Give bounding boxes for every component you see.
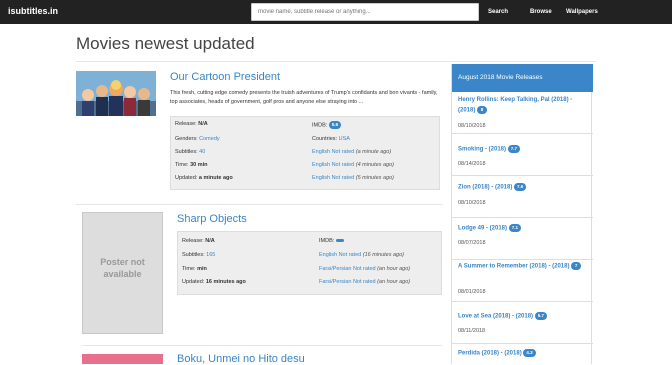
updated-row: Updated: 16 minutes ago bbox=[182, 279, 246, 285]
country-link[interactable]: USA bbox=[339, 136, 350, 142]
movie-info-box: Release: N/A IMDB: 5.6 Genders: Comedy C… bbox=[170, 116, 440, 190]
search-input[interactable] bbox=[251, 3, 479, 21]
release-title-link[interactable]: Lodge 49 - (2018) 7.1 bbox=[458, 224, 588, 234]
divider bbox=[82, 345, 442, 346]
release-date: 08/07/2018 bbox=[458, 240, 486, 246]
movie-poster-image[interactable] bbox=[76, 71, 156, 116]
search-button[interactable]: Search bbox=[488, 9, 508, 15]
imdb-row: IMDB: 5.6 bbox=[312, 121, 342, 129]
site-logo-link[interactable]: isubtitles.in bbox=[8, 6, 58, 16]
movie-description: This fresh, cutting edge comedy presents… bbox=[170, 90, 438, 106]
release-title-link[interactable]: Perdida (2018) - (2018) 4.3 bbox=[458, 349, 588, 359]
sidebar-release-item[interactable]: Smoking - (2018) 7.7 08/14/2018 bbox=[452, 134, 593, 176]
updated-row: Updated: a minute ago bbox=[175, 175, 233, 181]
subtitle-entry[interactable]: English Not rated (5 minutes ago) bbox=[312, 175, 394, 181]
rating-badge: 7.7 bbox=[507, 145, 520, 153]
release-date: 08/14/2018 bbox=[458, 161, 486, 167]
release-row: Release: N/A bbox=[175, 121, 208, 127]
sidebar-releases: August 2018 Movie Releases Henry Rollins… bbox=[451, 64, 593, 364]
release-date: 08/01/2018 bbox=[458, 289, 486, 295]
subtitle-entry[interactable]: English Not rated (4 minutes ago) bbox=[312, 162, 394, 168]
sidebar-release-item[interactable]: Lodge 49 - (2018) 7.1 08/07/2018 bbox=[452, 218, 593, 260]
release-title-link[interactable]: Love at Sea (2018) - (2018) 5.7 bbox=[458, 312, 588, 322]
release-title-link[interactable]: Smoking - (2018) 7.7 bbox=[458, 145, 588, 155]
movie-title-link[interactable]: Sharp Objects bbox=[177, 213, 247, 225]
subtitle-entry[interactable]: English Not rated (a minute ago) bbox=[312, 149, 391, 155]
sidebar-release-item[interactable]: Perdida (2018) - (2018) 4.3 bbox=[452, 344, 593, 364]
sidebar-release-item[interactable]: Love at Sea (2018) - (2018) 5.7 08/11/20… bbox=[452, 302, 593, 344]
release-row: Release: N/A bbox=[182, 238, 215, 244]
sidebar-release-item[interactable]: Zion (2018) - (2018) 7.6 08/10/2018 bbox=[452, 176, 593, 218]
rating-badge: 7.1 bbox=[508, 224, 521, 232]
release-date: 08/10/2018 bbox=[458, 123, 486, 129]
imdb-row: IMDB: bbox=[319, 238, 344, 244]
page-title: Movies newest updated bbox=[76, 34, 255, 53]
movie-info-box: Release: N/A IMDB: Subtitles: 165 Englis… bbox=[177, 231, 442, 295]
subtitles-row: Subtitles: 165 bbox=[182, 252, 216, 258]
imdb-rating-badge: 5.6 bbox=[328, 121, 342, 129]
time-row: Time: 30 min bbox=[175, 162, 208, 168]
release-title-link[interactable]: A Summer to Remember (2018) - (2018) 7 bbox=[458, 262, 588, 272]
movie-title-link[interactable]: Boku, Unmei no Hito desu bbox=[177, 353, 305, 365]
genre-link[interactable]: Comedy bbox=[199, 136, 219, 142]
rating-badge: 8 bbox=[477, 105, 488, 114]
sidebar-release-item[interactable]: Henry Rollins: Keep Talking, Pal (2018) … bbox=[452, 92, 593, 134]
browse-link[interactable]: Browse bbox=[530, 9, 552, 15]
sidebar-heading: August 2018 Movie Releases bbox=[452, 64, 593, 92]
subtitle-entry[interactable]: Farsi/Persian Not rated (an hour ago) bbox=[319, 279, 410, 285]
poster-placeholder[interactable]: Poster not available bbox=[82, 212, 163, 334]
release-title-link[interactable]: Zion (2018) - (2018) 7.6 bbox=[458, 183, 588, 193]
wallpapers-link[interactable]: Wallpapers bbox=[566, 9, 598, 15]
subtitle-entry[interactable]: Farsi/Persian Not rated (an hour ago) bbox=[319, 266, 410, 272]
release-date: 08/11/2018 bbox=[458, 328, 486, 334]
divider bbox=[76, 204, 443, 205]
subtitles-row: Subtitles: 40 bbox=[175, 149, 206, 155]
release-title-link[interactable]: Henry Rollins: Keep Talking, Pal (2018) … bbox=[458, 96, 588, 116]
time-row: Time: min bbox=[182, 266, 207, 272]
rating-badge: 7.6 bbox=[514, 183, 527, 191]
divider bbox=[76, 61, 596, 62]
movie-title-link[interactable]: Our Cartoon President bbox=[170, 71, 280, 83]
rating-badge: 7 bbox=[571, 262, 582, 270]
imdb-rating-badge bbox=[335, 239, 344, 243]
release-date: 08/10/2018 bbox=[458, 200, 486, 206]
rating-badge: 5.7 bbox=[534, 312, 547, 320]
subtitle-entry[interactable]: English Not rated (16 minutes ago) bbox=[319, 252, 404, 258]
genres-row: Genders: Comedy bbox=[175, 136, 220, 142]
countries-row: Countries: USA bbox=[312, 136, 350, 142]
rating-badge: 4.3 bbox=[523, 349, 536, 357]
sidebar-release-item[interactable]: A Summer to Remember (2018) - (2018) 7 0… bbox=[452, 260, 593, 302]
movie-poster-image[interactable] bbox=[82, 354, 163, 364]
top-navbar: isubtitles.in Search Browse Wallpapers bbox=[0, 0, 672, 24]
